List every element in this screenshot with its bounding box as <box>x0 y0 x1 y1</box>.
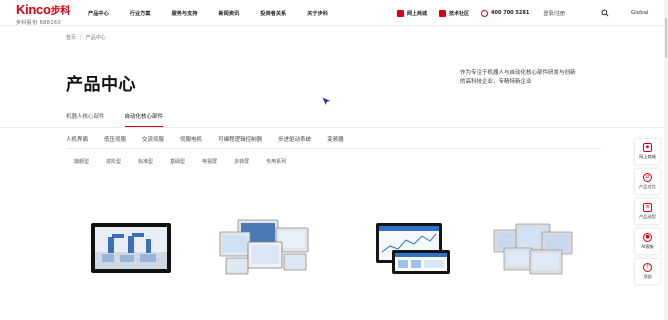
side-select-label: 产品选型 <box>639 214 656 219</box>
shop-label: 网上商城 <box>407 10 428 17</box>
phone-number[interactable]: 400 700 5281 <box>481 9 530 17</box>
scrollbar-thumb[interactable] <box>665 18 667 58</box>
kinco-logo[interactable]: Kinco步科 步科股份 688160 <box>16 3 70 26</box>
compare-icon: ⇄ <box>643 173 652 182</box>
hmi-panel-robot-icon[interactable] <box>90 222 172 274</box>
select-icon: ≡ <box>643 203 652 212</box>
phone-label: 400 700 5281 <box>491 10 530 16</box>
side-shop-button[interactable]: ▪ 网上商城 <box>634 138 661 165</box>
subcategory-tabs: 人机界面 低压伺服 交流伺服 伺服电机 可编程逻辑控制器 步进驱动系统 变频器 <box>66 135 360 143</box>
intro-text: 作为专注于机器人与自动化核心部件研发与创新的高科技企业，专精特新企业 <box>460 70 576 85</box>
side-ai-label: AI客服 <box>641 244 654 249</box>
community-icon <box>439 9 447 17</box>
community-link[interactable]: 技术社区 <box>439 9 470 17</box>
tab-low-voltage-servo[interactable]: 低压伺服 <box>104 135 126 143</box>
tab-basic[interactable]: 基础型 <box>170 158 185 165</box>
tab-hmi[interactable]: 人机界面 <box>66 135 88 143</box>
hmi-dashboard-panels-icon[interactable] <box>372 222 452 276</box>
tab-multi-screen[interactable]: 多转屏 <box>234 158 249 165</box>
hmi-series-group-icon[interactable] <box>218 218 310 276</box>
tab-inverter[interactable]: 变频器 <box>327 135 344 143</box>
ai-icon: ● <box>643 233 652 242</box>
hmi-silver-panels-icon[interactable] <box>492 222 574 276</box>
tab-ac-servo[interactable]: 交流伺服 <box>142 135 164 143</box>
side-compare-label: 产品对比 <box>639 184 656 189</box>
nav-solutions[interactable]: 行业方案 <box>130 10 151 17</box>
nav-service[interactable]: 服务与支持 <box>172 10 198 17</box>
brand-name-cn: 步科 <box>50 6 71 17</box>
nav-products[interactable]: 产品中心 <box>88 10 109 17</box>
brand-name: Kinco <box>16 2 51 17</box>
tab-automation-parts[interactable]: 自动化核心部件 <box>124 112 164 127</box>
header-actions: 网上商城 技术社区 400 700 5281 登录/注册 <box>397 0 565 26</box>
series-tabs: 旗舰型 进阶型 标准型 基础型 电视屏 多转屏 专用系列 <box>74 158 303 165</box>
nav-news[interactable]: 新闻资讯 <box>218 10 239 17</box>
site-header: Kinco步科 步科股份 688160 产品中心 行业方案 服务与支持 新闻资讯… <box>0 0 668 26</box>
tab-stepper[interactable]: 步进驱动系统 <box>278 135 311 143</box>
community-label: 技术社区 <box>449 10 470 17</box>
side-ai-button[interactable]: ● AI客服 <box>634 228 661 255</box>
cart-icon <box>397 9 404 17</box>
shop-link[interactable]: 网上商城 <box>397 9 428 17</box>
breadcrumb-home[interactable]: 首页 <box>66 34 76 41</box>
nav-about[interactable]: 关于步科 <box>307 10 328 17</box>
side-float-bar: ▪ 网上商城 ⇄ 产品对比 ≡ 产品选型 ● AI客服 ↑ 顶部 <box>634 138 661 288</box>
search-icon[interactable] <box>601 9 609 17</box>
category-tabs: 机器人核心部件 自动化核心部件 <box>66 112 183 127</box>
phone-icon <box>481 9 489 17</box>
breadcrumb-separator: / <box>80 34 82 40</box>
brand-stock: 步科股份 688160 <box>16 20 62 26</box>
main-nav: 产品中心 行业方案 服务与支持 新闻资讯 投资者关系 关于步科 <box>88 0 349 26</box>
side-compare-button[interactable]: ⇄ 产品对比 <box>634 168 661 195</box>
breadcrumb-current: 产品中心 <box>85 35 106 41</box>
arrow-up-icon: ↑ <box>643 263 652 272</box>
tab-special[interactable]: 专用系列 <box>266 158 286 165</box>
side-select-button[interactable]: ≡ 产品选型 <box>634 198 661 225</box>
tab-flagship[interactable]: 旗舰型 <box>74 158 89 165</box>
tab-plc[interactable]: 可编程逻辑控制器 <box>218 135 262 143</box>
tab-servo-motor[interactable]: 伺服电机 <box>180 135 202 143</box>
global-link[interactable]: Global <box>631 10 649 16</box>
divider <box>0 127 668 128</box>
side-shop-label: 网上商城 <box>639 154 656 159</box>
login-link[interactable]: 登录/注册 <box>543 10 565 17</box>
side-top-button[interactable]: ↑ 顶部 <box>634 258 661 285</box>
side-top-label: 顶部 <box>643 274 652 279</box>
divider <box>66 148 601 149</box>
tab-tv-screen[interactable]: 电视屏 <box>202 158 217 165</box>
cart-icon: ▪ <box>643 143 652 152</box>
tab-robot-parts[interactable]: 机器人核心部件 <box>66 112 105 127</box>
nav-investors[interactable]: 投资者关系 <box>260 10 286 17</box>
breadcrumb: 首页 / 产品中心 <box>66 34 106 41</box>
tab-standard[interactable]: 标准型 <box>138 158 153 165</box>
page-title: 产品中心 <box>66 75 136 95</box>
mouse-cursor-icon <box>321 96 332 107</box>
tab-advanced[interactable]: 进阶型 <box>106 158 121 165</box>
